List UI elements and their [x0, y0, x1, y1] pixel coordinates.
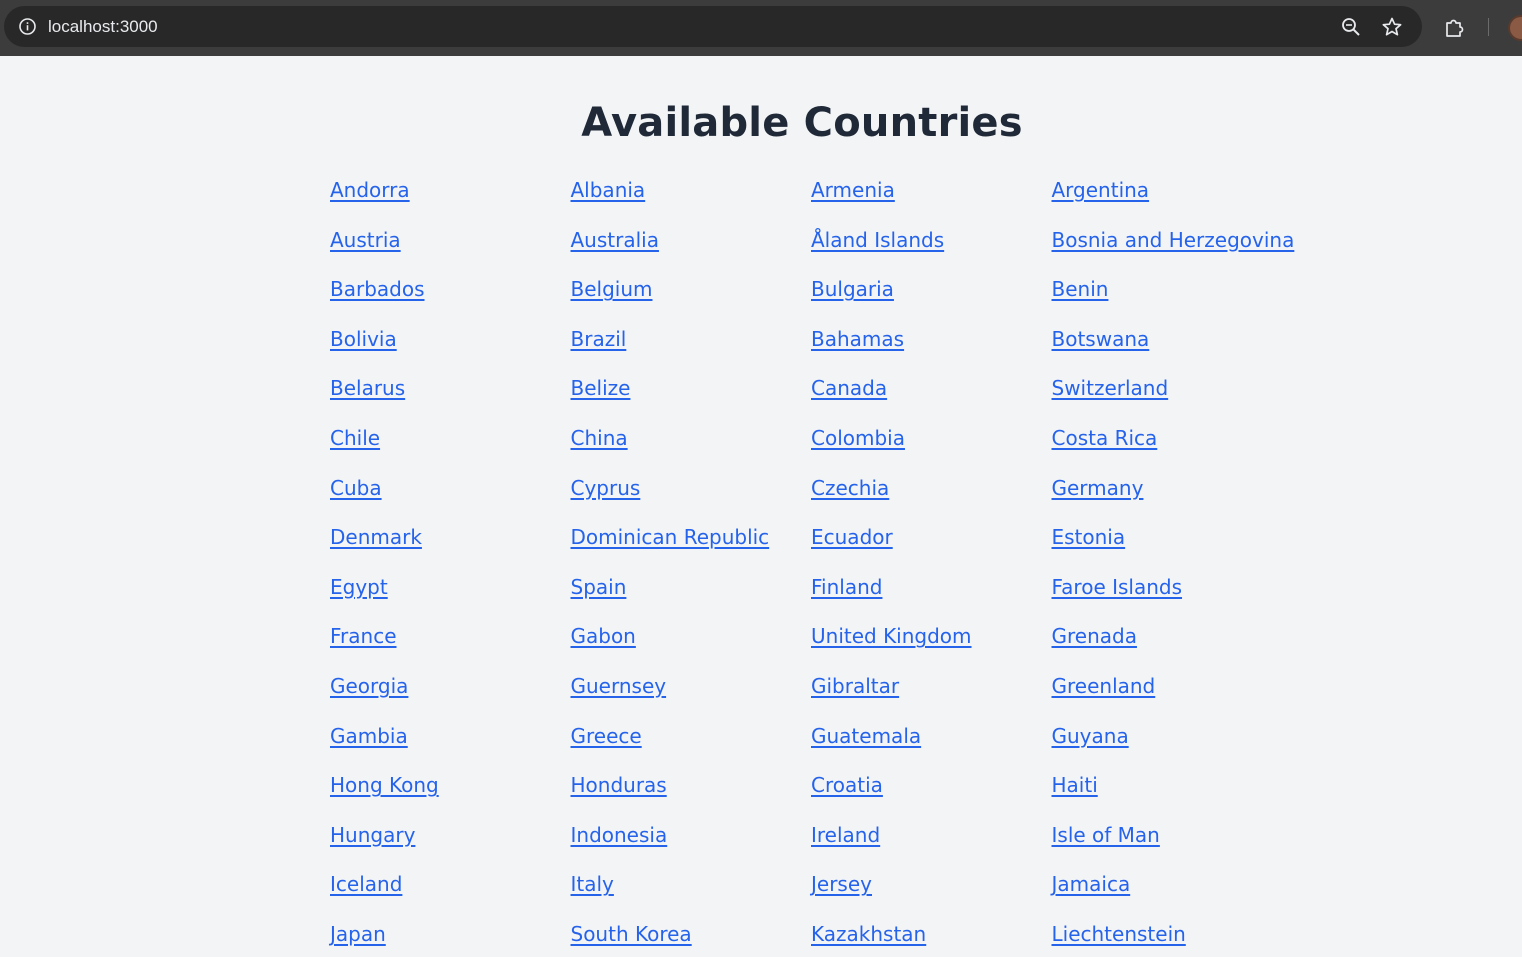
- country-link[interactable]: Grenada: [1052, 618, 1293, 668]
- country-link[interactable]: Colombia: [811, 420, 1052, 470]
- country-link[interactable]: Belarus: [330, 370, 571, 420]
- country-link[interactable]: Bulgaria: [811, 271, 1052, 321]
- country-link[interactable]: Spain: [571, 569, 812, 619]
- country-link[interactable]: Gambia: [330, 718, 571, 768]
- country-link[interactable]: Ireland: [811, 817, 1052, 867]
- countries-grid: Andorra Albania Armenia Argentina Austria Aus…: [330, 172, 1295, 957]
- address-bar[interactable]: localhost:3000: [4, 6, 1422, 47]
- country-link[interactable]: Armenia: [811, 172, 1052, 222]
- info-icon[interactable]: [18, 17, 37, 36]
- country-link[interactable]: Benin: [1052, 271, 1293, 321]
- country-link[interactable]: Cyprus: [571, 470, 812, 520]
- country-link[interactable]: Czechia: [811, 470, 1052, 520]
- country-link[interactable]: Andorra: [330, 172, 571, 222]
- country-link[interactable]: Botswana: [1052, 321, 1293, 371]
- country-link[interactable]: Faroe Islands: [1052, 569, 1293, 619]
- country-link[interactable]: Georgia: [330, 668, 571, 718]
- country-link[interactable]: Åland Islands: [811, 222, 1052, 272]
- page-title: Available Countries: [581, 100, 1023, 146]
- country-link[interactable]: Guatemala: [811, 718, 1052, 768]
- country-link[interactable]: Guernsey: [571, 668, 812, 718]
- country-link[interactable]: Cuba: [330, 470, 571, 520]
- country-link[interactable]: Jersey: [811, 866, 1052, 916]
- country-link[interactable]: Barbados: [330, 271, 571, 321]
- country-link[interactable]: Honduras: [571, 767, 812, 817]
- country-link[interactable]: China: [571, 420, 812, 470]
- country-link[interactable]: Gibraltar: [811, 668, 1052, 718]
- country-link[interactable]: Jamaica: [1052, 866, 1293, 916]
- country-link[interactable]: United Kingdom: [811, 618, 1052, 668]
- country-link[interactable]: Bahamas: [811, 321, 1052, 371]
- country-link[interactable]: Belgium: [571, 271, 812, 321]
- country-link[interactable]: Greenland: [1052, 668, 1293, 718]
- country-link[interactable]: Indonesia: [571, 817, 812, 867]
- country-link[interactable]: Haiti: [1052, 767, 1293, 817]
- country-link[interactable]: South Korea: [571, 916, 812, 957]
- country-link[interactable]: Argentina: [1052, 172, 1293, 222]
- country-link[interactable]: Ecuador: [811, 519, 1052, 569]
- toolbar-divider: [1488, 18, 1489, 36]
- country-link[interactable]: Brazil: [571, 321, 812, 371]
- country-link[interactable]: France: [330, 618, 571, 668]
- country-link[interactable]: Albania: [571, 172, 812, 222]
- country-link[interactable]: Dominican Republic: [571, 519, 812, 569]
- country-link[interactable]: Hong Kong: [330, 767, 571, 817]
- country-link[interactable]: Denmark: [330, 519, 571, 569]
- country-link[interactable]: Chile: [330, 420, 571, 470]
- country-link[interactable]: Kazakhstan: [811, 916, 1052, 957]
- country-link[interactable]: Costa Rica: [1052, 420, 1293, 470]
- country-link[interactable]: Gabon: [571, 618, 812, 668]
- country-link[interactable]: Egypt: [330, 569, 571, 619]
- country-link[interactable]: Isle of Man: [1052, 817, 1293, 867]
- country-link[interactable]: Italy: [571, 866, 812, 916]
- zoom-icon[interactable]: [1340, 16, 1362, 38]
- country-link[interactable]: Guyana: [1052, 718, 1293, 768]
- url-text[interactable]: localhost:3000: [48, 6, 158, 47]
- country-link[interactable]: Finland: [811, 569, 1052, 619]
- country-link[interactable]: Iceland: [330, 866, 571, 916]
- country-link[interactable]: Estonia: [1052, 519, 1293, 569]
- country-link[interactable]: Bolivia: [330, 321, 571, 371]
- extensions-icon[interactable]: [1443, 15, 1467, 39]
- country-link[interactable]: Greece: [571, 718, 812, 768]
- country-link[interactable]: Australia: [571, 222, 812, 272]
- country-link[interactable]: Austria: [330, 222, 571, 272]
- country-link[interactable]: Germany: [1052, 470, 1293, 520]
- profile-avatar[interactable]: [1508, 15, 1522, 41]
- browser-toolbar: localhost:3000: [0, 0, 1522, 56]
- country-link[interactable]: Belize: [571, 370, 812, 420]
- country-link[interactable]: Bosnia and Herzegovina: [1052, 222, 1295, 272]
- country-link[interactable]: Switzerland: [1052, 370, 1293, 420]
- country-link[interactable]: Japan: [330, 916, 571, 957]
- country-link[interactable]: Croatia: [811, 767, 1052, 817]
- country-link[interactable]: Hungary: [330, 817, 571, 867]
- country-link[interactable]: Liechtenstein: [1052, 916, 1293, 957]
- country-link[interactable]: Canada: [811, 370, 1052, 420]
- bookmark-star-icon[interactable]: [1381, 16, 1403, 38]
